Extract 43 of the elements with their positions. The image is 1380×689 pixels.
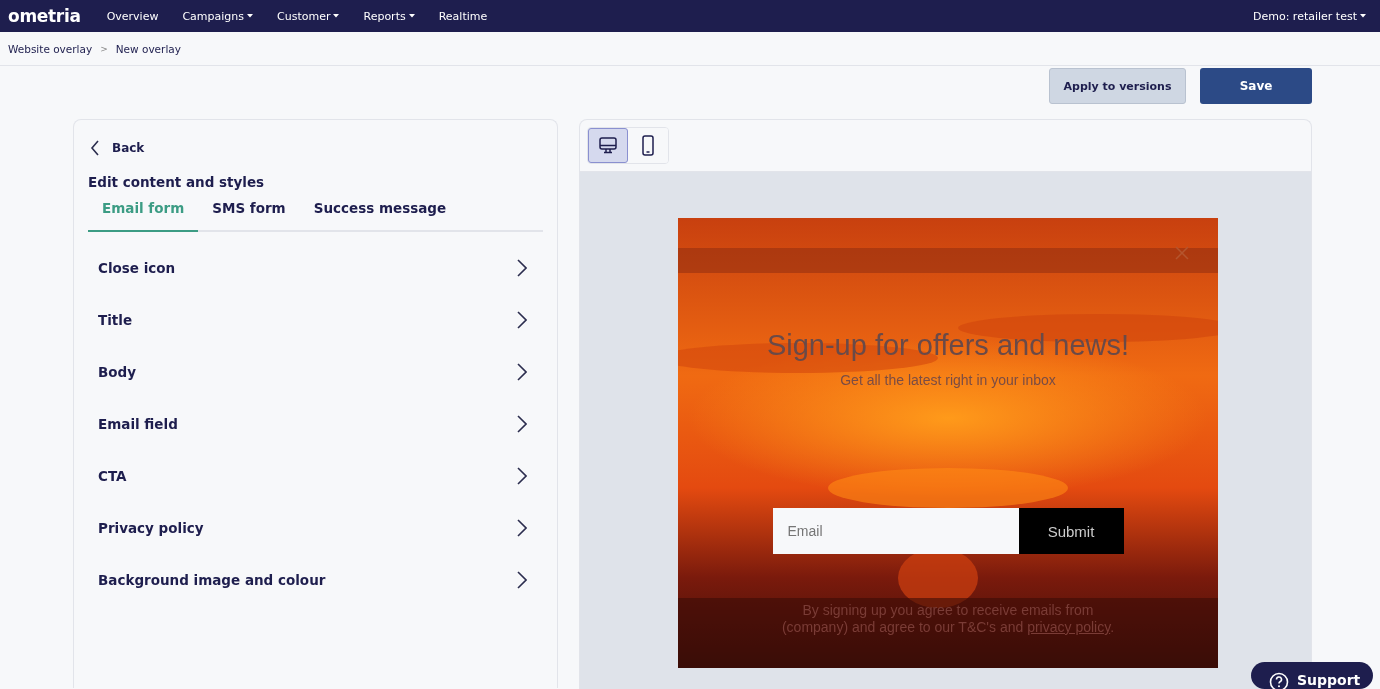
section-row[interactable]: CTA [88, 450, 543, 502]
desktop-view-button[interactable] [588, 128, 628, 163]
nav-link[interactable]: Reports [351, 9, 427, 23]
save-button[interactable]: Save [1200, 68, 1312, 104]
nav-link[interactable]: Overview [94, 9, 171, 23]
section-row[interactable]: Title [88, 294, 543, 346]
section-row[interactable]: Email field [88, 398, 543, 450]
chevron-right-icon [517, 467, 527, 485]
nav-link[interactable]: Campaigns [170, 9, 266, 23]
section-row[interactable]: Close icon [88, 242, 543, 294]
breadcrumb-link[interactable]: Website overlay [8, 42, 93, 55]
chevron-right-icon [517, 415, 527, 433]
panel-heading: Edit content and styles [88, 174, 266, 190]
desktop-icon [598, 135, 618, 156]
support-button[interactable]: Support [1251, 662, 1373, 689]
nav-link[interactable]: Realtime [426, 9, 500, 23]
section-row[interactable]: Privacy policy [88, 502, 543, 554]
overlay-title: Sign-up for offers and news! [766, 329, 1130, 362]
email-field[interactable]: Email [772, 508, 1019, 554]
chevron-right-icon [517, 519, 527, 537]
account-menu[interactable]: Demo: retailer test [1241, 9, 1372, 23]
chevron-right-icon [517, 311, 527, 329]
breadcrumb-current: New overlay [115, 42, 181, 55]
help-icon [1269, 672, 1289, 689]
submit-button[interactable]: Submit [1018, 508, 1124, 554]
chevron-left-icon [90, 140, 100, 156]
overlay-subtitle: Get all the latest right in your inbox [840, 372, 1056, 388]
caret-icon [247, 14, 254, 18]
logo[interactable]: ometria [8, 6, 81, 26]
chevron-right-icon [517, 571, 527, 589]
tab[interactable]: SMS form [198, 196, 300, 232]
back-link[interactable]: Back [88, 136, 147, 160]
nav-link[interactable]: Customer [265, 9, 352, 23]
caret-icon [408, 14, 415, 18]
breadcrumb-separator: > [100, 43, 108, 54]
chevron-right-icon [517, 363, 527, 381]
chevron-right-icon [517, 259, 527, 277]
section-row[interactable]: Body [88, 346, 543, 398]
apply-button[interactable]: Apply to versions [1049, 68, 1186, 104]
caret-icon [333, 14, 340, 18]
section-row[interactable]: Background image and colour [88, 554, 543, 606]
tab[interactable]: Success message [299, 196, 461, 232]
caret-icon [1360, 14, 1366, 18]
